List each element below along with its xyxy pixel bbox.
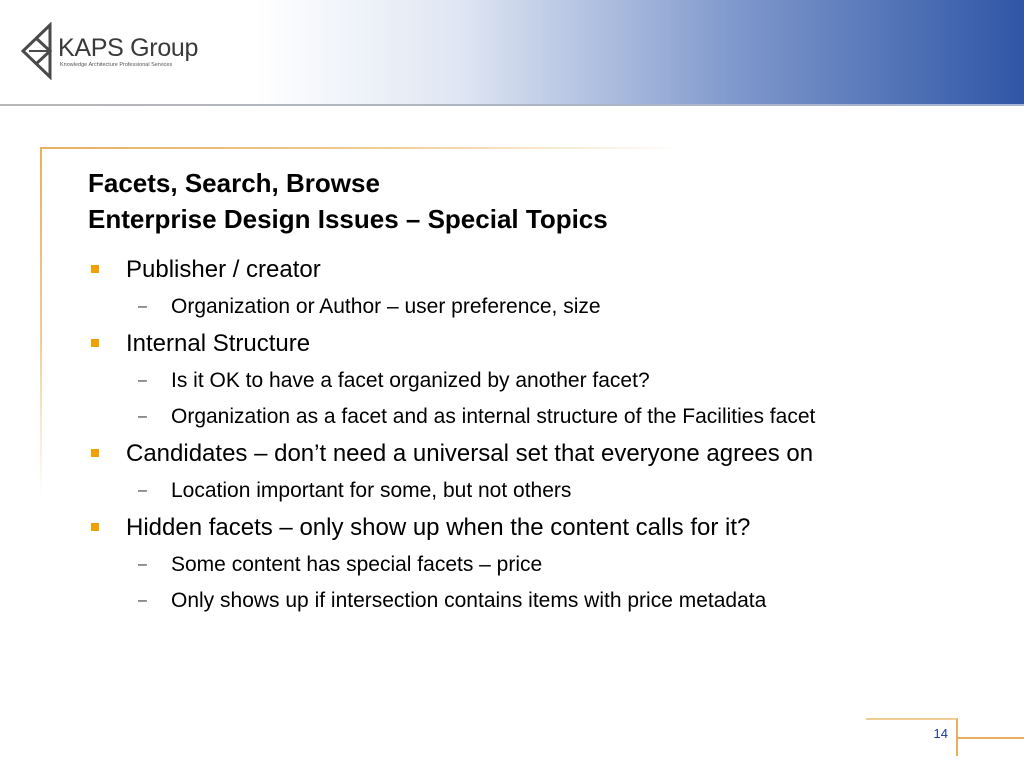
sub-bullet-row: – Is it OK to have a facet organized by … <box>90 366 891 396</box>
sub-bullet-row: – Location important for some, but not o… <box>90 476 891 506</box>
bullet-row: Internal Structure <box>90 328 970 360</box>
slide-title-line-1: Facets, Search, Browse <box>88 168 380 198</box>
dash-icon: – <box>138 298 147 315</box>
sub-bullet-text: Only shows up if intersection contains i… <box>171 589 767 612</box>
frame-top-rule <box>40 147 680 149</box>
sub-bullet-text: Location important for some, but not oth… <box>171 479 572 502</box>
sub-bullet-row: – Some content has special facets – pric… <box>90 550 891 580</box>
slide-title: Facets, Search, Browse Enterprise Design… <box>88 165 968 237</box>
dash-icon: – <box>138 408 147 425</box>
square-bullet-icon <box>91 523 99 531</box>
bullet-row: Publisher / creator <box>90 254 970 286</box>
brand-name: KAPS Group <box>58 34 199 62</box>
bullet-item: Internal Structure – Is it OK to have a … <box>90 328 970 432</box>
square-bullet-icon <box>91 339 99 347</box>
sub-bullet-row: – Only shows up if intersection contains… <box>90 586 891 616</box>
bullet-item: Publisher / creator – Organization or Au… <box>90 254 970 322</box>
sub-bullet-text: Organization or Author – user preference… <box>171 295 601 318</box>
bullet-row: Hidden facets – only show up when the co… <box>90 512 970 544</box>
slide-title-line-2: Enterprise Design Issues – Special Topic… <box>88 204 608 234</box>
page-number-rule <box>958 737 1024 739</box>
header-rule <box>0 104 1024 106</box>
sub-bullet-text: Some content has special facets – price <box>171 553 543 576</box>
dash-icon: – <box>138 556 147 573</box>
bullet-text: Internal Structure <box>126 330 311 357</box>
sub-bullet-row: – Organization or Author – user preferen… <box>90 292 891 322</box>
bullet-list: Publisher / creator – Organization or Au… <box>90 254 970 622</box>
bullet-text: Candidates – don’t need a universal set … <box>126 440 814 467</box>
dash-icon: – <box>138 592 147 609</box>
sub-bullet-text: Organization as a facet and as internal … <box>171 405 816 428</box>
kaps-logo: KAPS Group Knowledge Architecture Profes… <box>20 22 220 80</box>
bullet-row: Candidates – don’t need a universal set … <box>90 438 970 470</box>
sub-bullet-text: Is it OK to have a facet organized by an… <box>171 369 650 392</box>
page-number: 14 <box>933 726 948 741</box>
bullet-item: Candidates – don’t need a universal set … <box>90 438 970 506</box>
frame-left-rule <box>40 147 42 497</box>
bullet-text: Hidden facets – only show up when the co… <box>126 514 751 541</box>
bullet-text: Publisher / creator <box>126 256 321 283</box>
sub-bullet-row: – Organization as a facet and as interna… <box>90 402 891 432</box>
dash-icon: – <box>138 482 147 499</box>
brand-tagline: Knowledge Architecture Professional Serv… <box>60 62 173 68</box>
kaps-logo-icon <box>20 22 53 80</box>
bullet-item: Hidden facets – only show up when the co… <box>90 512 970 616</box>
square-bullet-icon <box>91 449 99 457</box>
square-bullet-icon <box>91 265 99 273</box>
dash-icon: – <box>138 372 147 389</box>
